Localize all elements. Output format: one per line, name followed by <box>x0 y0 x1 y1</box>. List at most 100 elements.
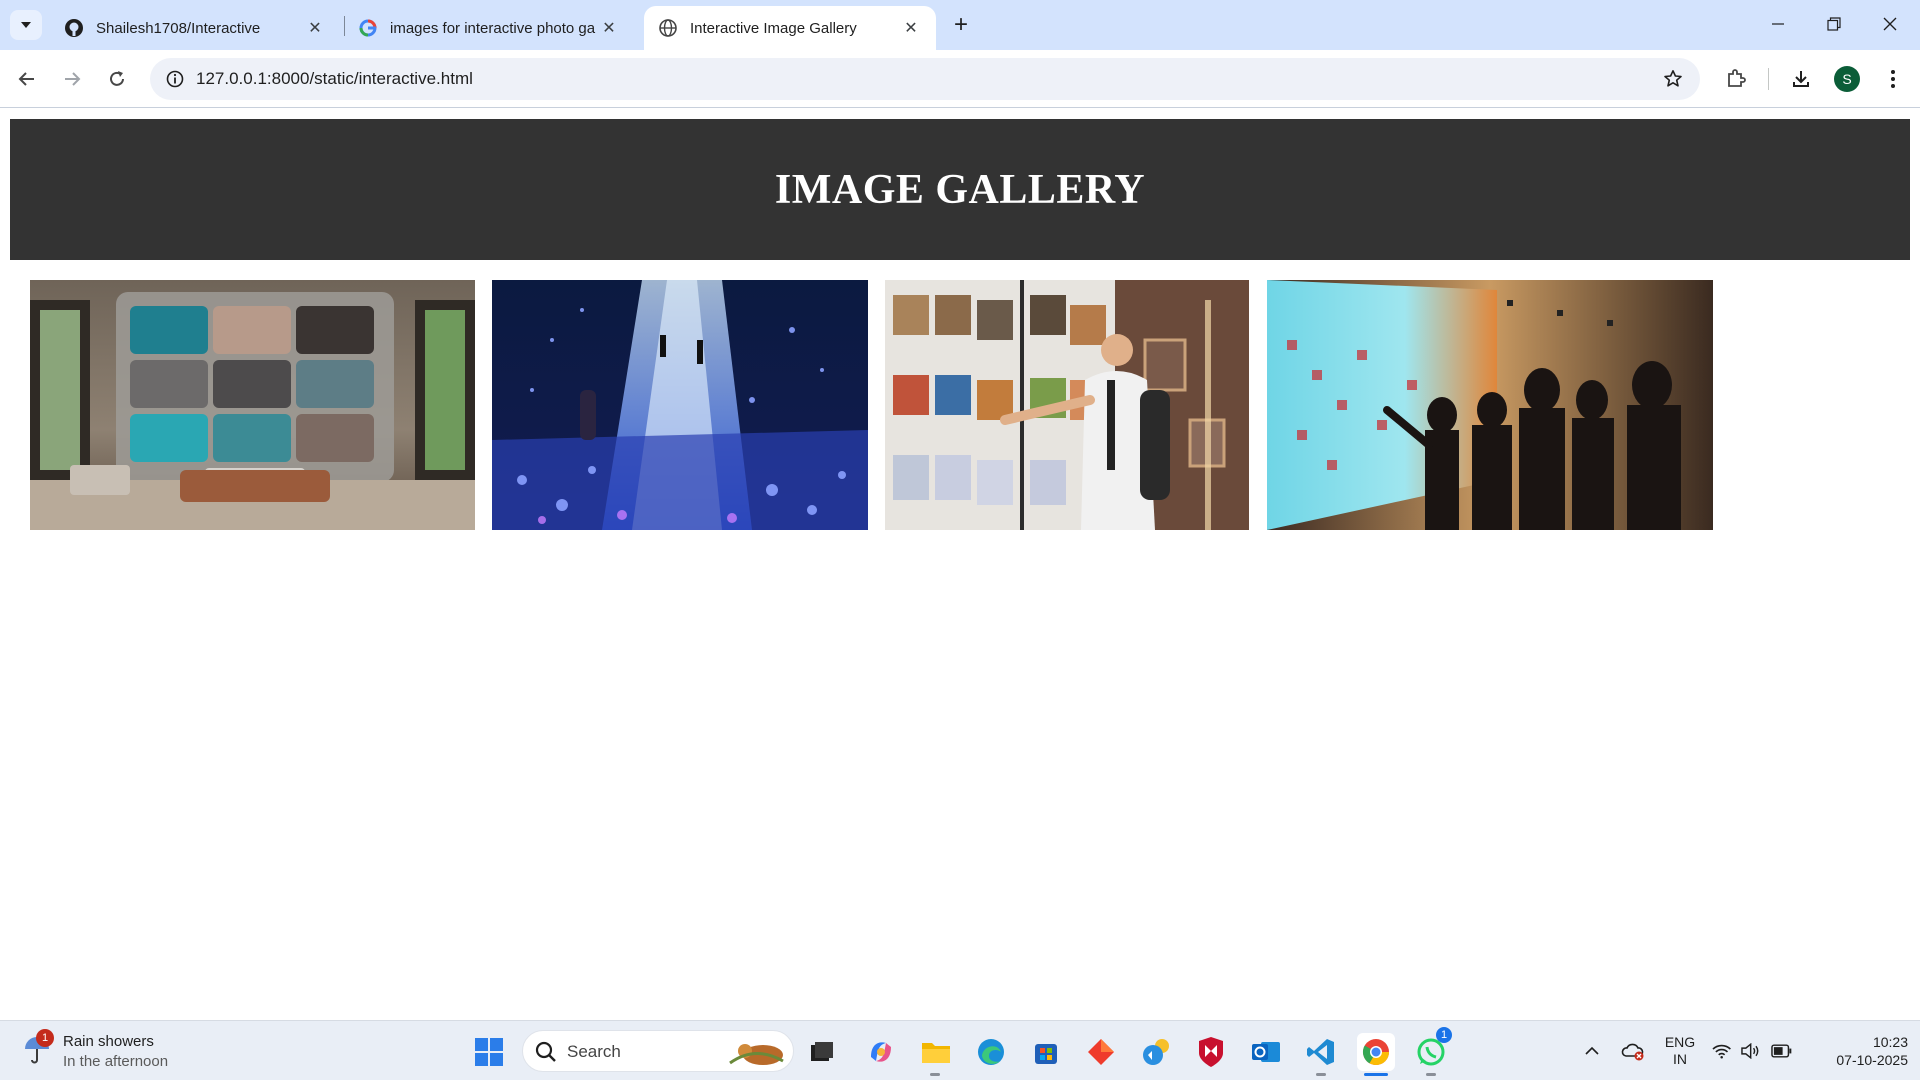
vscode-icon <box>1307 1039 1334 1065</box>
outlook-icon <box>1252 1042 1280 1062</box>
reload-button[interactable] <box>100 62 134 96</box>
github-icon <box>64 18 84 38</box>
minimize-button[interactable] <box>1750 6 1806 42</box>
address-bar[interactable]: 127.0.0.1:8000/static/interactive.html <box>150 58 1700 100</box>
globe-icon <box>658 18 678 38</box>
clock-time: 10:23 <box>1872 1033 1908 1050</box>
start-button[interactable] <box>470 1033 508 1071</box>
toolbar-divider <box>1768 68 1769 90</box>
tray-overflow-button[interactable] <box>1578 1021 1606 1081</box>
gallery-image-3[interactable] <box>885 280 1249 530</box>
gallery-image-4[interactable] <box>1267 280 1713 530</box>
page-title: IMAGE GALLERY <box>774 166 1146 213</box>
running-indicator <box>1426 1073 1436 1076</box>
profile-avatar[interactable]: S <box>1834 66 1860 92</box>
close-tab-icon[interactable]: ✕ <box>900 17 922 39</box>
store-button[interactable] <box>1027 1033 1065 1071</box>
new-tab-button[interactable]: + <box>946 10 976 40</box>
task-view-icon <box>811 1042 833 1061</box>
close-icon <box>1883 17 1897 31</box>
wifi-icon <box>1712 1044 1731 1059</box>
close-window-button[interactable] <box>1862 6 1918 42</box>
gallery-header: IMAGE GALLERY <box>10 119 1910 260</box>
battery-icon <box>1770 1044 1792 1058</box>
browser-toolbar: 127.0.0.1:8000/static/interactive.html <box>0 50 1920 108</box>
close-tab-icon[interactable]: ✕ <box>304 17 326 39</box>
taskbar-search[interactable]: Search <box>522 1030 794 1072</box>
weather-app-button[interactable] <box>1137 1033 1175 1071</box>
restore-icon <box>1827 17 1841 31</box>
store-icon <box>1035 1044 1057 1064</box>
diamond-app-button[interactable] <box>1082 1033 1120 1071</box>
arrow-left-icon <box>18 72 34 86</box>
url-text[interactable]: 127.0.0.1:8000/static/interactive.html <box>196 69 473 89</box>
search-highlight-icon <box>729 1044 784 1065</box>
file-explorer-button[interactable] <box>917 1033 955 1071</box>
vscode-button[interactable] <box>1302 1033 1340 1071</box>
tab-title: images for interactive photo ga <box>390 19 596 37</box>
kebab-menu-icon <box>1891 70 1895 88</box>
shield-icon <box>1199 1037 1223 1067</box>
edge-button[interactable] <box>972 1033 1010 1071</box>
puzzle-icon <box>1728 69 1746 87</box>
mcafee-button[interactable] <box>1192 1033 1230 1071</box>
weather-title: Rain showers <box>63 1033 154 1050</box>
arrow-right-icon <box>65 72 81 86</box>
google-icon <box>358 18 378 38</box>
system-status-button[interactable] <box>1712 1021 1792 1081</box>
weather-subtitle: In the afternoon <box>63 1053 169 1070</box>
search-icon <box>535 1041 556 1062</box>
menu-button[interactable] <box>1876 62 1910 96</box>
extensions-button[interactable] <box>1719 62 1753 96</box>
chevron-up-icon <box>1585 1046 1599 1055</box>
lang-code: ENG <box>1664 1034 1696 1051</box>
chevron-down-icon <box>21 22 31 28</box>
active-indicator <box>1364 1073 1388 1076</box>
weather-widget[interactable]: 1 Rain showers In the afternoon <box>22 1029 222 1075</box>
copilot-button[interactable] <box>862 1033 900 1071</box>
close-tab-icon[interactable]: ✕ <box>598 17 620 39</box>
diamond-icon <box>1088 1039 1114 1065</box>
site-info-icon[interactable] <box>160 64 190 94</box>
bookmark-star-icon[interactable] <box>1658 64 1688 94</box>
gallery-image-2[interactable] <box>492 280 868 530</box>
tab-title: Shailesh1708/Interactive <box>96 19 261 37</box>
running-indicator <box>930 1073 940 1076</box>
minimize-icon <box>1772 23 1784 25</box>
weather-sun-icon <box>1143 1039 1169 1065</box>
language-indicator[interactable]: ENG IN <box>1655 1021 1705 1081</box>
folder-icon <box>922 1043 950 1063</box>
onedrive-button[interactable] <box>1618 1021 1648 1081</box>
copilot-icon <box>871 1042 891 1062</box>
tab-active[interactable]: Interactive Image Gallery ✕ <box>644 6 936 50</box>
weather-badge: 1 <box>36 1029 54 1047</box>
plus-icon: + <box>953 11 968 38</box>
tab-github[interactable]: Shailesh1708/Interactive ✕ <box>50 6 340 50</box>
downloads-button[interactable] <box>1784 62 1818 96</box>
volume-icon <box>1741 1043 1759 1059</box>
lang-region: IN <box>1673 1051 1687 1067</box>
chrome-button[interactable] <box>1357 1033 1395 1071</box>
download-icon <box>1793 71 1809 87</box>
tab-search-button[interactable] <box>10 10 42 40</box>
forward-button[interactable] <box>55 62 89 96</box>
restore-button[interactable] <box>1806 6 1862 42</box>
tab-strip: Shailesh1708/Interactive ✕ images for in… <box>0 0 1920 50</box>
task-view-button[interactable] <box>803 1033 841 1071</box>
edge-icon <box>978 1039 1004 1065</box>
search-placeholder: Search <box>567 1042 621 1061</box>
whatsapp-badge: 1 <box>1436 1027 1452 1043</box>
whatsapp-button[interactable]: 1 <box>1412 1027 1452 1071</box>
outlook-button[interactable] <box>1247 1033 1285 1071</box>
clock-date: 07-10-2025 <box>1836 1052 1908 1068</box>
running-indicator <box>1316 1073 1326 1076</box>
back-button[interactable] <box>10 62 44 96</box>
cloud-error-icon <box>1621 1043 1644 1061</box>
clock[interactable]: 10:23 07-10-2025 <box>1808 1021 1908 1081</box>
reload-icon <box>110 71 124 86</box>
gallery-image-1[interactable] <box>30 280 475 530</box>
chrome-icon <box>1362 1039 1390 1066</box>
taskbar: 1 Rain showers In the afternoon Search 1… <box>0 1020 1920 1080</box>
tab-title: Interactive Image Gallery <box>690 19 857 37</box>
tab-google[interactable]: images for interactive photo ga ✕ <box>344 6 634 50</box>
